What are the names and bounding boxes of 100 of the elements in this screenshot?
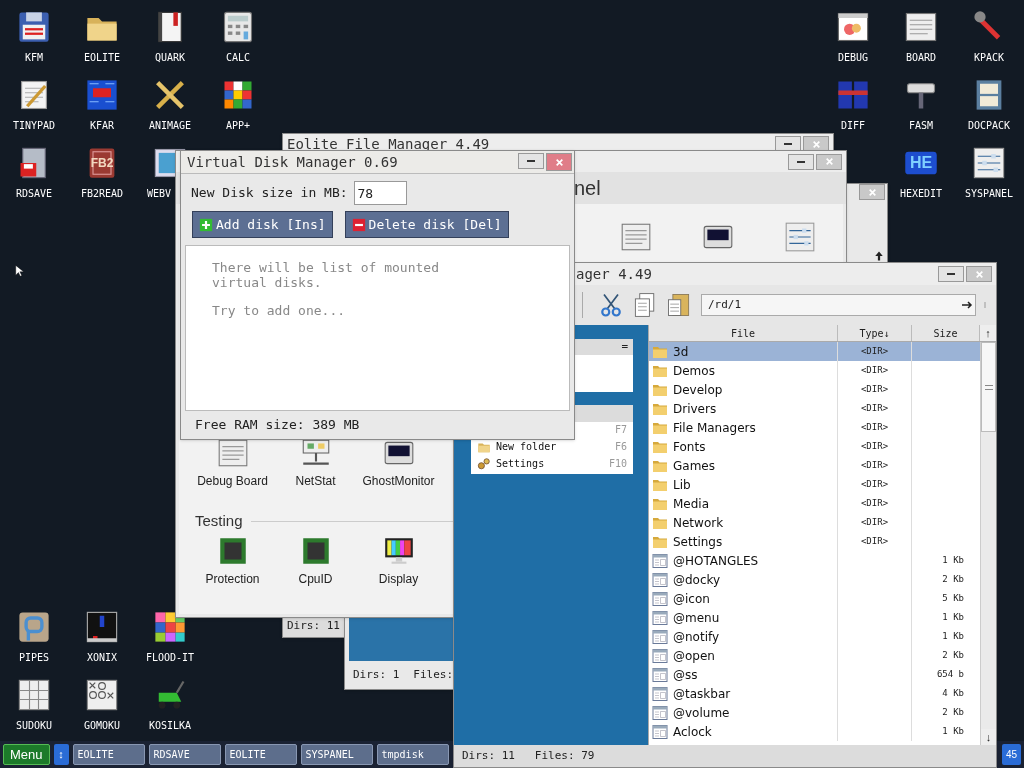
status-text: Dirs: 1 bbox=[353, 666, 400, 683]
window-title: ager 4.49 bbox=[576, 264, 652, 284]
file-row[interactable]: 3d <DIR> bbox=[649, 342, 980, 361]
icon-label[interactable]: ANIMAGE bbox=[148, 120, 192, 132]
minus-icon bbox=[351, 217, 366, 232]
scrollbar-thumb[interactable] bbox=[981, 342, 996, 432]
tray-counter[interactable]: 45 bbox=[1001, 744, 1021, 765]
field-label: New Disk size in MB: bbox=[191, 184, 348, 203]
panel-window-icon bbox=[84, 77, 120, 113]
task-button[interactable]: EOLITE bbox=[72, 744, 145, 765]
column-header[interactable]: File bbox=[649, 325, 838, 341]
mouse-cursor-icon bbox=[15, 263, 27, 279]
window-file-icon bbox=[652, 590, 668, 607]
icon-label[interactable]: FLOOD-IT bbox=[145, 652, 195, 664]
icon-label[interactable]: GOMOKU bbox=[83, 720, 121, 732]
applet-label[interactable]: Display bbox=[358, 572, 439, 587]
window-file-icon bbox=[652, 685, 668, 702]
window-file-icon bbox=[652, 666, 668, 683]
add-disk-button[interactable]: Add disk [Ins] bbox=[192, 211, 333, 238]
icon-label[interactable]: WEBV bbox=[147, 188, 172, 200]
icon-label[interactable]: DEBUG bbox=[837, 52, 869, 64]
logo-text: HE bbox=[909, 155, 933, 171]
close-icon bbox=[824, 157, 834, 166]
minimize-button[interactable] bbox=[518, 153, 544, 169]
sliders-icon bbox=[783, 220, 817, 254]
scroll-down-button[interactable]: ↓ bbox=[981, 729, 996, 745]
info-text: Try to add one... bbox=[212, 303, 347, 318]
section-heading: Testing bbox=[195, 511, 243, 531]
size-input-field[interactable]: 78 bbox=[353, 181, 407, 205]
icon-label[interactable]: RDSAVE bbox=[15, 188, 53, 200]
shortcut-key: F7 bbox=[614, 422, 627, 438]
menu-item[interactable]: Settings F10 bbox=[471, 455, 633, 472]
icon-label[interactable]: FASM bbox=[908, 120, 934, 132]
applet-label[interactable]: Debug Board bbox=[192, 474, 273, 489]
icon-label[interactable]: FB2READ bbox=[80, 188, 124, 200]
window-file-icon bbox=[652, 552, 668, 569]
icon-label[interactable]: SYSPANEL bbox=[964, 188, 1014, 200]
window-file-icon bbox=[652, 609, 668, 626]
menu-button[interactable]: Menu bbox=[3, 744, 50, 765]
icon-label[interactable]: BOARD bbox=[905, 52, 937, 64]
icon-label[interactable]: XONIX bbox=[86, 652, 118, 664]
menu-item[interactable]: New folder F6 bbox=[471, 438, 633, 455]
window-title: Eolite File Manager 4.49 bbox=[287, 134, 490, 154]
window-title: Virtual Disk Manager 0.69 bbox=[187, 152, 398, 172]
icon-label[interactable]: DOCPACK bbox=[967, 120, 1011, 132]
applet-label[interactable]: NetStat bbox=[275, 474, 356, 489]
applet-label[interactable]: Protection bbox=[192, 572, 273, 587]
status-text: Free RAM size: 389 MB bbox=[195, 416, 360, 435]
close-button[interactable] bbox=[859, 184, 885, 200]
task-button[interactable]: tmpdisk bbox=[376, 744, 449, 765]
delete-disk-button[interactable]: Delete disk [Del] bbox=[344, 211, 509, 238]
scroll-up-button[interactable]: ↑ bbox=[980, 325, 996, 341]
menu-toggle[interactable]: = bbox=[621, 339, 628, 355]
logo-text: FB2 bbox=[90, 157, 114, 169]
gears-icon bbox=[477, 456, 491, 471]
icon-label[interactable]: QUARK bbox=[154, 52, 186, 64]
status-text: Dirs: 11 Files: 79 bbox=[462, 747, 595, 764]
icon-label[interactable]: EOLITE bbox=[83, 52, 121, 64]
task-button[interactable]: RDSAVE bbox=[148, 744, 221, 765]
status-text: Dirs: 11 bbox=[287, 617, 340, 634]
icon-label[interactable]: APP+ bbox=[225, 120, 251, 132]
applet-label[interactable]: CpuID bbox=[275, 572, 356, 587]
window-file-icon bbox=[652, 571, 668, 588]
window-file-icon bbox=[652, 628, 668, 645]
column-header[interactable]: Type↓ bbox=[838, 325, 912, 341]
path-field[interactable]: /rd/1 bbox=[701, 294, 976, 316]
window-file-icon bbox=[652, 704, 668, 721]
icon-label[interactable]: DIFF bbox=[840, 120, 866, 132]
task-button[interactable]: EOLITE bbox=[224, 744, 297, 765]
pipe-icon bbox=[16, 609, 52, 645]
plus-icon bbox=[199, 217, 213, 232]
icon-label[interactable]: TINYPAD bbox=[12, 120, 56, 132]
window-file-icon bbox=[652, 647, 668, 664]
close-icon bbox=[554, 157, 564, 167]
switch-button[interactable]: ↕ bbox=[53, 744, 69, 765]
icon-label[interactable]: KFM bbox=[24, 52, 44, 64]
window-file-icon bbox=[652, 723, 668, 740]
scroll-up-arrow-icon bbox=[873, 250, 885, 262]
icon-label[interactable]: KPACK bbox=[973, 52, 1005, 64]
applet-label[interactable]: GhostMonitor bbox=[358, 474, 439, 489]
close-icon bbox=[867, 187, 877, 197]
icon-label[interactable]: SUDOKU bbox=[15, 720, 53, 732]
panel-heading: nel bbox=[574, 176, 601, 201]
status-text: Files: bbox=[413, 666, 454, 683]
tic-tac-toe-icon bbox=[84, 677, 120, 713]
icon-label[interactable]: KOSILKA bbox=[148, 720, 192, 732]
icon-label[interactable]: CALC bbox=[225, 52, 251, 64]
close-icon bbox=[974, 269, 984, 279]
icon-label[interactable]: HEXEDIT bbox=[899, 188, 943, 200]
minimize-button[interactable] bbox=[788, 153, 814, 170]
sliders-icon bbox=[971, 145, 1007, 181]
task-button[interactable]: SYSPANEL bbox=[300, 744, 373, 765]
icon-label[interactable]: KFAR bbox=[89, 120, 115, 132]
icon-label[interactable]: PIPES bbox=[18, 652, 50, 664]
minimize-button[interactable] bbox=[938, 266, 964, 282]
close-icon bbox=[811, 139, 821, 149]
game-board-icon bbox=[84, 609, 120, 645]
info-text: There will be list of mounted virtual disks. bbox=[212, 260, 440, 290]
number-grid-icon bbox=[16, 677, 52, 713]
color-grid-icon bbox=[152, 609, 188, 645]
